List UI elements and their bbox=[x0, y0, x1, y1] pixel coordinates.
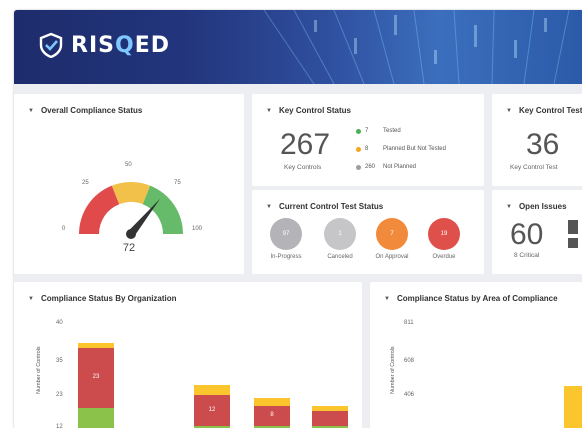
org-y-tick: 12 bbox=[56, 424, 63, 428]
open-issues-title[interactable]: ▼ Open Issues bbox=[506, 202, 567, 211]
org-compliance-card: ▼ Compliance Status By Organization Numbe… bbox=[14, 282, 362, 428]
gauge-tick-50: 50 bbox=[125, 162, 132, 168]
key-control-status-title[interactable]: ▼ Key Control Status bbox=[266, 106, 351, 115]
status-overdue-label: Overdue bbox=[432, 254, 456, 260]
gauge-tick-75: 75 bbox=[174, 180, 181, 186]
bar-value-label: 23 bbox=[92, 374, 100, 381]
open-issues-count: 60 bbox=[510, 218, 544, 251]
key-control-test-title[interactable]: ▼ Key Control Test bbox=[506, 106, 582, 115]
overall-compliance-card: ▼ Overall Compliance Status 0 25 50 75 10… bbox=[14, 94, 244, 274]
issue-bar bbox=[568, 238, 578, 248]
status-canceled-label: Canceled bbox=[327, 254, 353, 260]
collapse-caret-icon[interactable]: ▼ bbox=[506, 204, 512, 210]
gauge-needle-hub bbox=[126, 229, 136, 239]
collapse-caret-icon[interactable]: ▼ bbox=[384, 296, 390, 302]
bar-segment[interactable] bbox=[564, 386, 582, 428]
area-compliance-title[interactable]: ▼ Compliance Status by Area of Compliance bbox=[384, 294, 558, 303]
org-y-tick: 35 bbox=[56, 358, 63, 364]
logo-text: RISQED bbox=[71, 32, 170, 58]
logo[interactable]: RISQED bbox=[38, 32, 170, 58]
key-control-test-count: 36 bbox=[526, 128, 560, 161]
status-on-approval[interactable]: 7 bbox=[376, 218, 408, 250]
org-y-tick: 23 bbox=[56, 392, 63, 398]
gauge-tick-25: 25 bbox=[82, 180, 89, 186]
key-control-test-label: Key Control Test bbox=[510, 164, 558, 171]
area-y-tick: 811 bbox=[404, 320, 414, 326]
shield-check-icon bbox=[39, 32, 63, 58]
gauge-segment-green bbox=[142, 185, 183, 234]
collapse-caret-icon[interactable]: ▼ bbox=[266, 108, 272, 114]
collapse-caret-icon[interactable]: ▼ bbox=[28, 296, 34, 302]
org-y-axis-label: Number of Controls bbox=[36, 346, 42, 394]
bar-segment[interactable] bbox=[254, 397, 290, 406]
bar-value-label: 8 bbox=[270, 412, 274, 418]
area-compliance-card: ▼ Compliance Status by Area of Compliance… bbox=[370, 282, 582, 428]
bar-segment[interactable] bbox=[312, 410, 348, 427]
gauge-tick-100: 100 bbox=[192, 226, 203, 232]
bar-value-label: 12 bbox=[208, 406, 216, 413]
dashboard-frame: RISQED ▼ Overall Compliance Status 0 25 5… bbox=[14, 10, 582, 428]
current-test-status-title[interactable]: ▼ Current Control Test Status bbox=[266, 202, 383, 211]
status-in-progress-label: In-Progress bbox=[270, 254, 302, 260]
legend-tested: 7 Tested bbox=[356, 128, 401, 134]
bar-segment[interactable] bbox=[78, 343, 114, 349]
open-issues-card: ▼ Open Issues 60 8 Critical bbox=[492, 190, 582, 274]
status-on-approval-label: On Approval bbox=[375, 254, 409, 260]
issue-bar bbox=[568, 220, 578, 234]
bar-segment[interactable] bbox=[312, 405, 348, 411]
area-y-tick: 608 bbox=[404, 358, 415, 364]
status-canceled[interactable]: 1 bbox=[324, 218, 356, 250]
status-overdue[interactable]: 19 bbox=[428, 218, 460, 250]
gauge-tick-0: 0 bbox=[62, 226, 66, 232]
legend-dot bbox=[356, 164, 361, 170]
key-controls-count: 267 bbox=[280, 128, 331, 161]
collapse-caret-icon[interactable]: ▼ bbox=[266, 204, 272, 210]
bar-segment[interactable] bbox=[78, 408, 114, 428]
legend-planned: 8 Planned But Not Tested bbox=[356, 146, 446, 152]
area-y-axis-label: Number of Controls bbox=[390, 346, 396, 394]
gauge-segment-red bbox=[79, 185, 120, 234]
key-controls-label: Key Controls bbox=[284, 164, 322, 171]
current-test-status-card: ▼ Current Control Test Status 97 In-Progr… bbox=[252, 190, 484, 274]
key-control-test-card: ▼ Key Control Test 36 Key Control Test bbox=[492, 94, 582, 186]
org-y-tick: 40 bbox=[56, 320, 63, 326]
gauge-value: 72 bbox=[122, 242, 136, 254]
area-y-tick: 406 bbox=[404, 392, 415, 398]
org-compliance-title[interactable]: ▼ Compliance Status By Organization bbox=[28, 294, 177, 303]
bar-segment[interactable] bbox=[194, 384, 230, 396]
header-banner: RISQED bbox=[14, 10, 582, 84]
status-in-progress[interactable]: 97 bbox=[270, 218, 302, 250]
open-issues-label: 8 Critical bbox=[514, 252, 540, 259]
legend-dot bbox=[356, 128, 361, 134]
legend-dot bbox=[356, 146, 361, 152]
legend-not-planned: 260 Not Planned bbox=[356, 164, 416, 170]
key-control-status-card: ▼ Key Control Status 267 Key Controls 7 Te… bbox=[252, 94, 484, 186]
collapse-caret-icon[interactable]: ▼ bbox=[506, 108, 512, 114]
